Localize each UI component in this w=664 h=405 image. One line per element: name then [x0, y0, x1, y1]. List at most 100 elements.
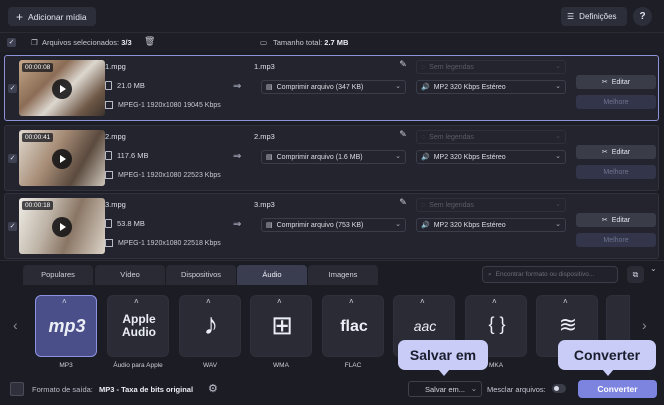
- edit-button[interactable]: ✂ Editar: [576, 145, 656, 159]
- merge-files-toggle[interactable]: [552, 384, 566, 393]
- file-row[interactable]: ✓ 00:00:41 2.mpg 117.6 MB MPEG-1 1920x10…: [4, 125, 659, 191]
- subtitles-dropdown[interactable]: ◌ Sem legendas ⌄: [416, 60, 566, 74]
- selected-count: 3/3: [121, 38, 132, 47]
- save-to-dropdown[interactable]: Salvar em... ⌄: [408, 381, 482, 397]
- video-thumbnail[interactable]: 00:00:18: [19, 198, 105, 254]
- chevron-up-icon: ˄: [277, 297, 282, 306]
- settings-button[interactable]: ☰ Definições: [561, 7, 627, 26]
- tab-dispositivos[interactable]: Dispositivos: [166, 265, 236, 285]
- edit-button[interactable]: ✂ Editar: [576, 213, 656, 227]
- files-icon: ❐: [31, 38, 38, 47]
- audio-track-dropdown[interactable]: 🔊 MP2 320 Kbps Estéreo ⌄: [416, 218, 566, 232]
- top-toolbar: + Adicionar mídia ☰ Definições ?: [0, 0, 664, 32]
- format-label: Áudio para Apple: [113, 362, 163, 369]
- audio-track-dropdown[interactable]: 🔊 MP2 320 Kbps Estéreo ⌄: [416, 80, 566, 94]
- settings-label: Definições: [579, 12, 617, 21]
- tab-imagens[interactable]: Imagens: [308, 265, 378, 285]
- chevron-up-icon: ˄: [62, 297, 67, 306]
- carousel-left-icon[interactable]: ‹: [13, 317, 18, 333]
- compress-icon: ▤: [266, 84, 273, 91]
- file-icon: [105, 81, 112, 90]
- compress-dropdown[interactable]: ▤ Comprimir arquivo (347 KB) ⌄: [261, 80, 406, 94]
- edit-button[interactable]: ✂ Editar: [576, 75, 656, 89]
- add-media-label: Adicionar mídia: [28, 11, 87, 22]
- device-detect-icon[interactable]: ⧉: [627, 266, 644, 283]
- format-card-mp3[interactable]: ˄ mp3: [35, 295, 97, 357]
- audio-track-dropdown[interactable]: 🔊 MP2 320 Kbps Estéreo ⌄: [416, 150, 566, 164]
- output-file-name: 2.mp3: [254, 132, 275, 141]
- chevron-down-icon: ⌄: [555, 153, 561, 160]
- play-icon[interactable]: [52, 217, 72, 237]
- format-search-input[interactable]: ⌕ Encontrar formato ou dispositivo...: [482, 266, 618, 283]
- play-icon[interactable]: [52, 149, 72, 169]
- gear-icon[interactable]: ⚙: [208, 382, 218, 395]
- row-checkbox[interactable]: ✓: [8, 222, 17, 231]
- file-icon: [105, 219, 112, 228]
- format-card-flac[interactable]: ˄ flac: [322, 295, 384, 357]
- chevron-up-icon: ˄: [492, 297, 497, 306]
- chevron-up-icon: ˄: [420, 297, 425, 306]
- file-row[interactable]: ✓ 00:00:18 3.mpg 53.8 MB MPEG-1 1920x108…: [4, 193, 659, 259]
- file-icon: [105, 151, 112, 160]
- chevron-down-icon: ⌄: [555, 221, 561, 228]
- subtitles-icon: ◌: [421, 63, 426, 71]
- compress-dropdown[interactable]: ▤ Comprimir arquivo (1.6 MB) ⌄: [261, 150, 406, 164]
- output-format-icon: [10, 382, 24, 396]
- tab-audio[interactable]: Áudio: [237, 265, 307, 285]
- chevron-down-icon: ⌄: [395, 83, 401, 90]
- subtitles-dropdown[interactable]: ◌ Sem legendas ⌄: [416, 198, 566, 212]
- collapse-panel-icon[interactable]: ⌄: [650, 264, 657, 273]
- compress-icon: ▤: [266, 222, 273, 229]
- merge-files-label: Mesclar arquivos:: [487, 385, 546, 394]
- select-all-checkbox[interactable]: ✓: [7, 38, 16, 47]
- chevron-down-icon: ⌄: [555, 133, 561, 140]
- format-label: WMA: [273, 362, 289, 369]
- carousel-right-icon[interactable]: ›: [642, 317, 647, 333]
- scissors-icon: ✂: [601, 217, 608, 224]
- rename-pencil-icon[interactable]: ✎: [395, 59, 411, 73]
- subtitles-dropdown[interactable]: ◌ Sem legendas ⌄: [416, 130, 566, 144]
- duration-badge: 00:00:08: [22, 63, 54, 72]
- wav-note-icon: ♪: [203, 308, 219, 341]
- video-thumbnail[interactable]: 00:00:08: [19, 60, 105, 116]
- video-thumbnail[interactable]: 00:00:41: [19, 130, 105, 186]
- play-icon[interactable]: [52, 79, 72, 99]
- file-row[interactable]: ✓ 00:00:08 1.mpg 21.0 MB MPEG-1 1920x108…: [4, 55, 659, 121]
- help-button[interactable]: ?: [633, 7, 652, 26]
- format-card-wav[interactable]: ˄ ♪: [179, 295, 241, 357]
- mka-icon: { }: [488, 314, 506, 334]
- rename-pencil-icon[interactable]: ✎: [395, 197, 411, 211]
- row-checkbox[interactable]: ✓: [8, 84, 17, 93]
- search-icon: ⌕: [488, 270, 492, 278]
- rename-pencil-icon[interactable]: ✎: [395, 129, 411, 143]
- enhance-button[interactable]: Melhore: [576, 165, 656, 179]
- speaker-icon: 🔊: [421, 84, 430, 91]
- trash-icon[interactable]: 🗑: [144, 36, 155, 47]
- tab-video[interactable]: Vídeo: [95, 265, 165, 285]
- format-card-apple-audio[interactable]: ˄ Apple Audio: [107, 295, 169, 357]
- compress-dropdown[interactable]: ▤ Comprimir arquivo (753 KB) ⌄: [261, 218, 406, 232]
- add-media-button[interactable]: + Adicionar mídia: [8, 7, 96, 26]
- source-file-name: 1.mpg: [105, 62, 126, 71]
- save-to-callout: Salvar em: [398, 340, 488, 376]
- source-file-meta: MPEG-1 1920x1080 22518 Kbps: [105, 239, 221, 247]
- plus-icon: +: [16, 9, 24, 24]
- total-size-value: 2.7 MB: [324, 38, 349, 47]
- chevron-down-icon: ⌄: [395, 221, 401, 228]
- source-file-size: 53.8 MB: [105, 219, 145, 228]
- enhance-button[interactable]: Melhore: [576, 95, 656, 109]
- source-file-meta: MPEG-1 1920x1080 22523 Kbps: [105, 171, 221, 179]
- enhance-button[interactable]: Melhore: [576, 233, 656, 247]
- chevron-down-icon: ⌄: [470, 384, 477, 393]
- convert-button[interactable]: Converter: [578, 380, 657, 398]
- format-card-wma[interactable]: ˄ ⊞: [250, 295, 312, 357]
- output-format-value[interactable]: MP3 - Taxa de bits original: [99, 385, 193, 394]
- selection-bar: ✓ ❐ Arquivos selecionados: 3/3 🗑 ▭ Taman…: [0, 32, 664, 52]
- speaker-icon: 🔊: [421, 154, 430, 161]
- duration-badge: 00:00:18: [22, 201, 54, 210]
- tab-populares[interactable]: Populares: [23, 265, 93, 285]
- row-checkbox[interactable]: ✓: [8, 154, 17, 163]
- source-file-size: 21.0 MB: [105, 81, 145, 90]
- chevron-up-icon: ˄: [134, 297, 139, 306]
- scissors-icon: ✂: [601, 149, 608, 156]
